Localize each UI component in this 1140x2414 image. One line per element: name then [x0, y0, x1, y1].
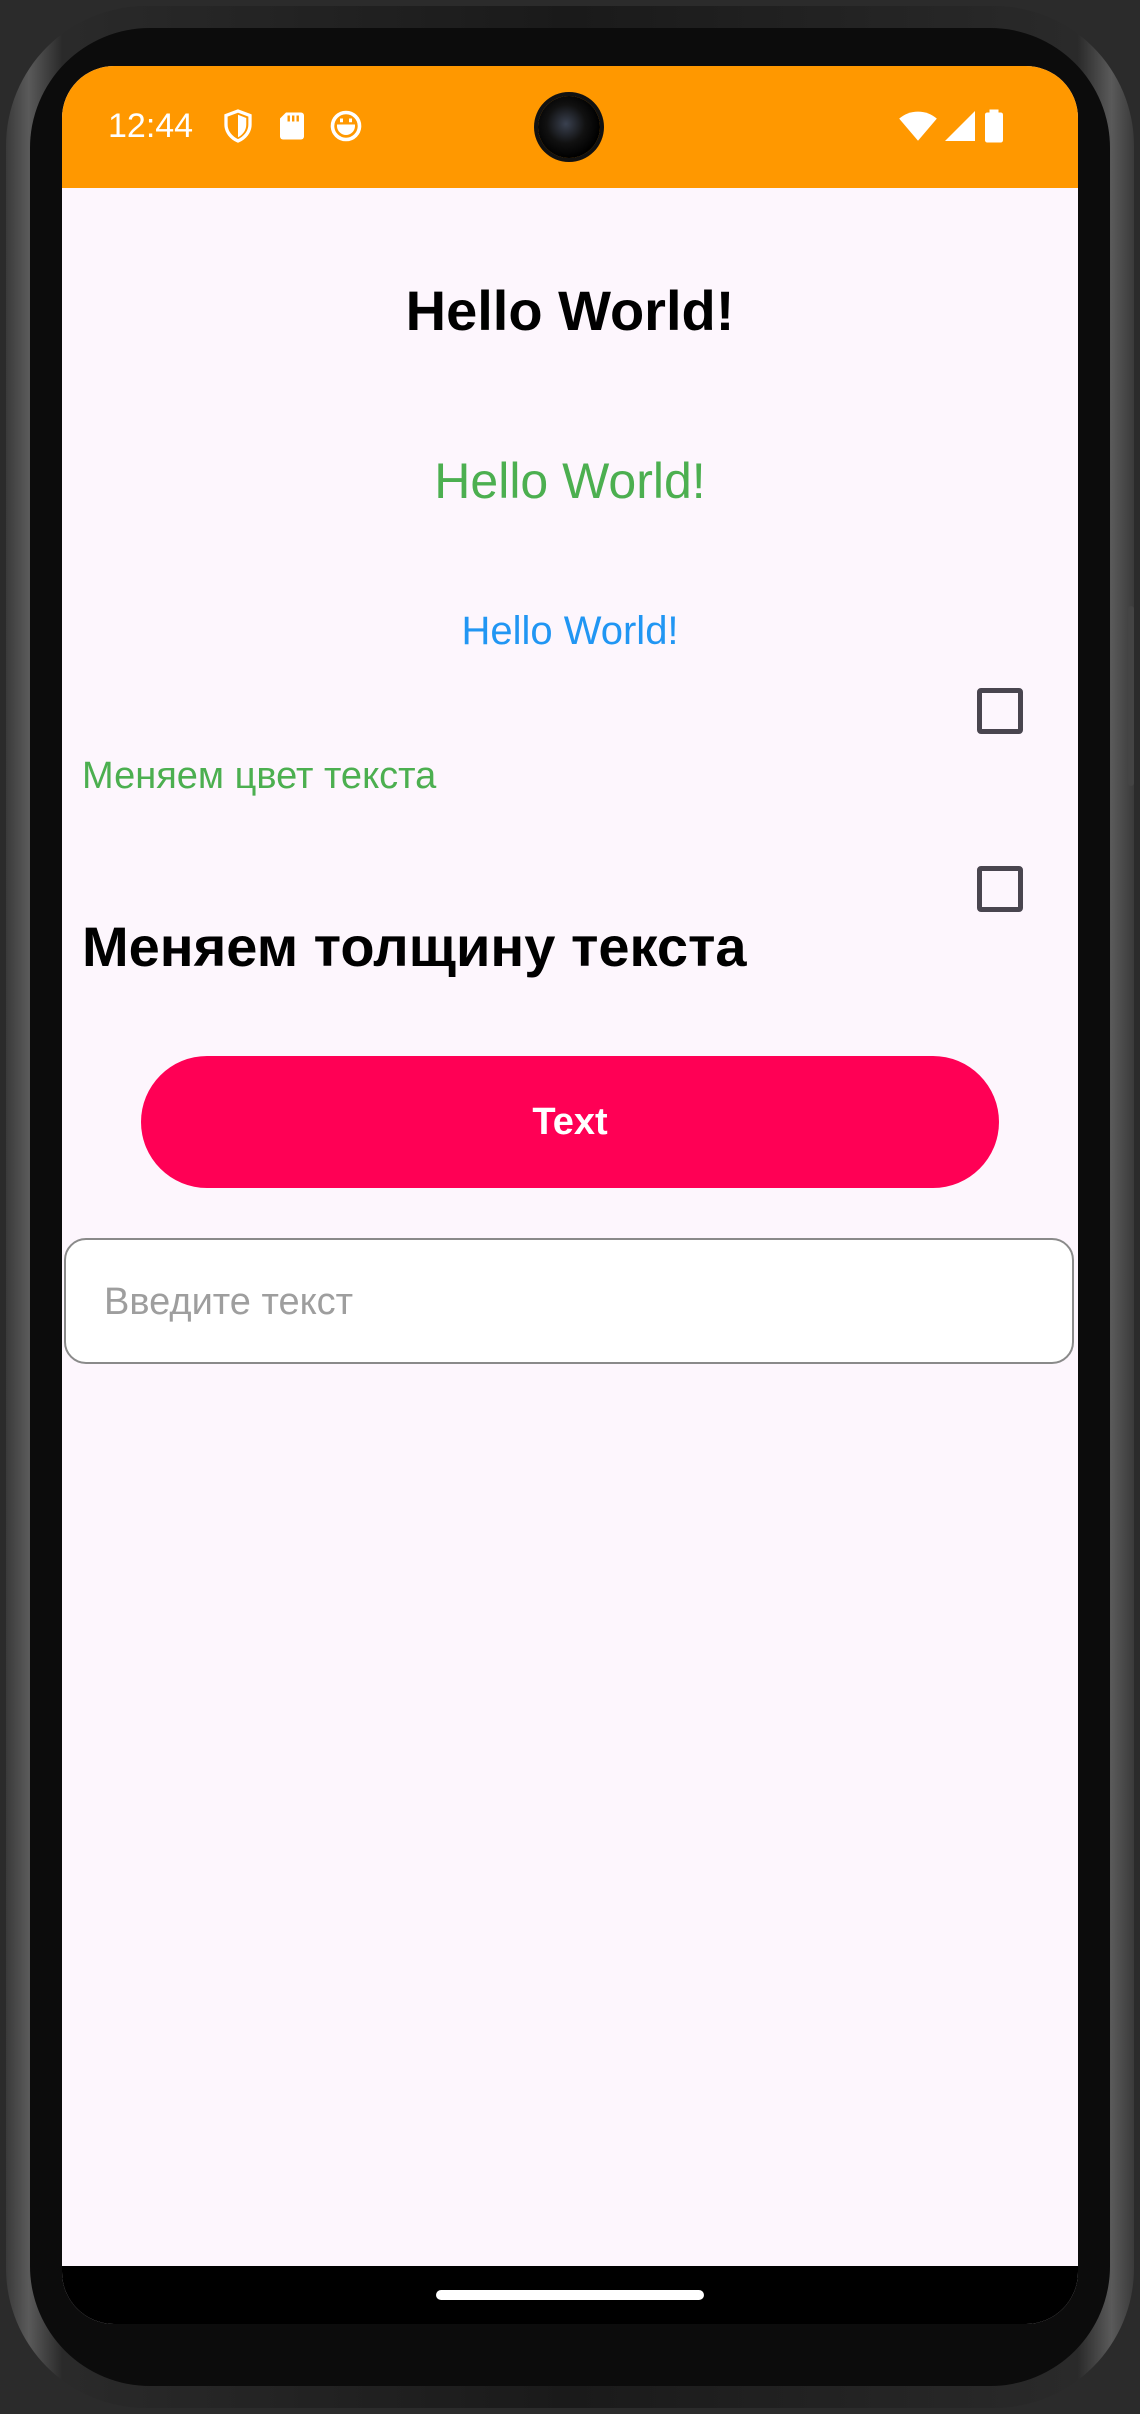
- home-indicator[interactable]: [436, 2290, 704, 2300]
- text-input-field[interactable]: Введите текст: [64, 1238, 1074, 1364]
- hello-world-bold-heading: Hello World!: [405, 279, 735, 342]
- change-weight-label: Меняем толщину текста: [82, 915, 747, 978]
- battery-icon: [982, 108, 1006, 144]
- change-weight-checkbox[interactable]: [977, 866, 1023, 912]
- shield-icon: [220, 108, 256, 144]
- notification-app-icon: [328, 108, 364, 144]
- power-button: [1128, 606, 1134, 786]
- sd-card-icon: [274, 108, 310, 144]
- text-input-placeholder: Введите текст: [104, 1281, 354, 1323]
- front-camera: [538, 96, 600, 158]
- navigation-bar: [62, 2266, 1078, 2324]
- change-color-label: Меняем цвет текста: [82, 755, 437, 797]
- text-button[interactable]: Text: [141, 1056, 999, 1188]
- hello-world-green-text: Hello World!: [434, 453, 706, 509]
- status-bar: 12:44: [62, 66, 1078, 188]
- change-color-checkbox[interactable]: [977, 688, 1023, 734]
- hello-world-blue-text: Hello World!: [461, 609, 679, 653]
- signal-icon: [942, 108, 978, 144]
- status-time: 12:44: [108, 107, 194, 145]
- app-screen: 12:44 Hello World! Hello World! Hello Wo…: [62, 66, 1078, 2324]
- wifi-icon: [898, 108, 938, 144]
